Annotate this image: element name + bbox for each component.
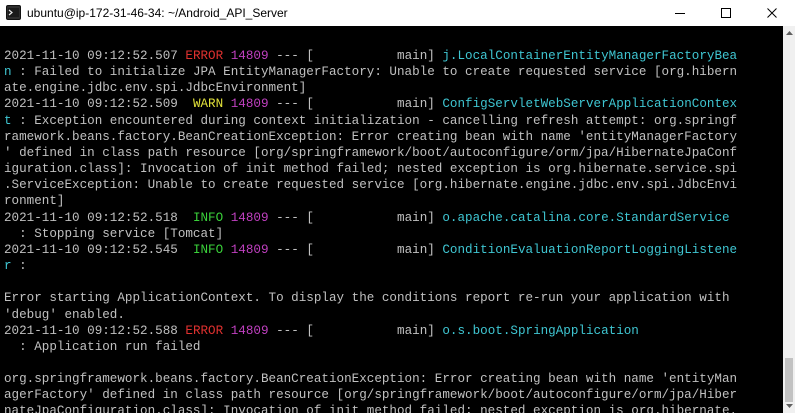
log-pid: 14809 (223, 242, 269, 257)
log-timestamp: 2021-11-10 09:12:52.507 (4, 49, 178, 63)
log-message: : Failed to initialize JPA EntityManager… (4, 65, 738, 96)
log-thread: --- [ main] (268, 242, 443, 257)
chevron-up-icon (785, 31, 793, 35)
scrollbar-thumb[interactable] (785, 358, 793, 402)
log-level-info: INFO (177, 210, 224, 225)
log-timestamp: 2021-11-10 09:12:52.545 (4, 242, 178, 257)
log-logger-wrap: r (4, 259, 12, 274)
log-level-error: ERROR (177, 323, 224, 338)
vertical-scrollbar[interactable] (783, 26, 795, 413)
close-button[interactable] (749, 0, 795, 26)
log-pid: 14809 (223, 97, 269, 112)
scroll-down-button[interactable] (783, 399, 795, 413)
log-thread: --- [ main] (268, 97, 443, 112)
minimize-icon (675, 13, 685, 14)
error-summary: Error starting ApplicationContext. To di… (4, 291, 730, 322)
putty-app-icon[interactable] (6, 5, 21, 20)
title-bar[interactable]: ubuntu@ip-172-31-46-34: ~/Android_API_Se… (0, 0, 795, 26)
log-level-warn: WARN (177, 97, 224, 112)
close-icon (767, 8, 777, 18)
minimize-button[interactable] (657, 0, 703, 26)
log-logger: o.s.boot.SpringApplication (442, 323, 639, 338)
log-message: : Stopping service [Tomcat] (4, 226, 224, 241)
log-timestamp: 2021-11-10 09:12:52.518 (4, 210, 178, 225)
log-thread: --- [ main] (268, 49, 443, 63)
log-message: : Exception encountered during context i… (4, 113, 738, 209)
log-logger: ConfigServletWebServerApplicationContex (442, 97, 738, 112)
log-timestamp: 2021-11-10 09:12:52.588 (4, 323, 178, 338)
log-logger: j.LocalContainerEntityManagerFactoryBea (442, 49, 738, 63)
log-logger-wrap: t (4, 113, 12, 128)
log-level-info: INFO (177, 242, 224, 257)
maximize-icon (721, 8, 731, 18)
log-pid: 14809 (223, 49, 269, 63)
scroll-up-button[interactable] (783, 26, 795, 40)
log-pid: 14809 (223, 323, 269, 338)
log-logger-wrap: n (4, 65, 12, 80)
window-title: ubuntu@ip-172-31-46-34: ~/Android_API_Se… (27, 6, 288, 20)
terminal-output[interactable]: 2021-11-10 09:12:52.507 ERROR 14809 --- … (0, 26, 783, 413)
log-logger: o.apache.catalina.core.StandardService (442, 210, 730, 225)
log-thread: --- [ main] (268, 210, 443, 225)
log-thread: --- [ main] (268, 323, 443, 338)
log-message: : (11, 259, 27, 274)
stack-trace: org.springframework.beans.factory.BeanCr… (4, 372, 738, 413)
maximize-button[interactable] (703, 0, 749, 26)
log-level-error: ERROR (177, 49, 224, 63)
log-message: : Application run failed (4, 339, 201, 354)
log-timestamp: 2021-11-10 09:12:52.509 (4, 97, 178, 112)
log-pid: 14809 (223, 210, 269, 225)
chevron-down-icon (785, 404, 793, 408)
log-logger: ConditionEvaluationReportLoggingListene (442, 242, 738, 257)
log-text: 2021-11-10 09:12:52.507 ERROR 14809 --- … (4, 48, 737, 413)
